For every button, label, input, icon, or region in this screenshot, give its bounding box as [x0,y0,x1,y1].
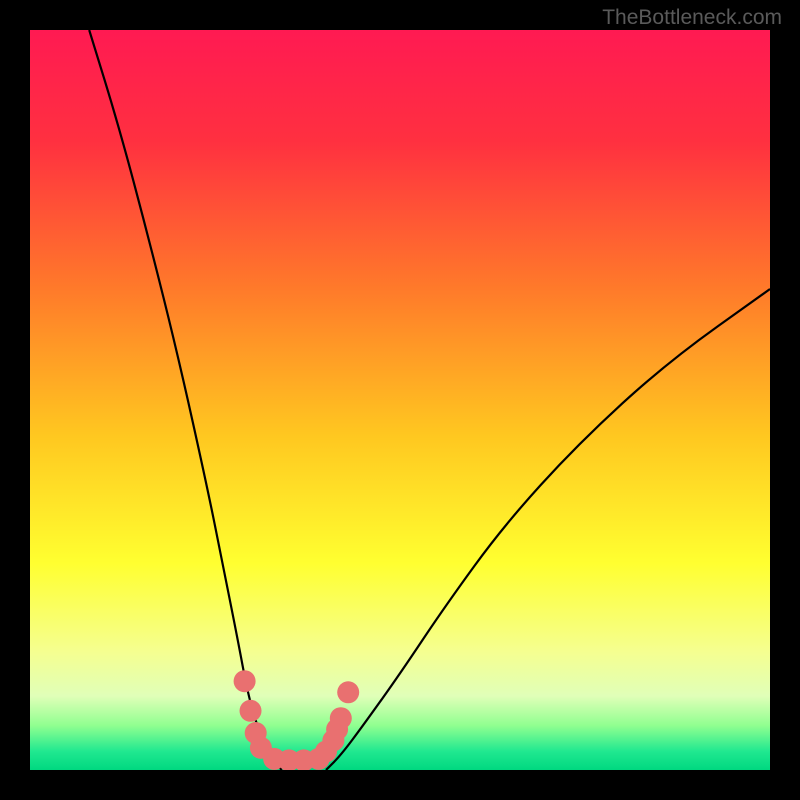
plot-area [30,30,770,770]
watermark-text: TheBottleneck.com [602,6,782,30]
data-marker [337,681,359,703]
data-marker [234,670,256,692]
left-curve [89,30,281,770]
data-marker [330,707,352,729]
data-marker [240,700,262,722]
right-curve [326,289,770,770]
curves-layer [30,30,770,770]
